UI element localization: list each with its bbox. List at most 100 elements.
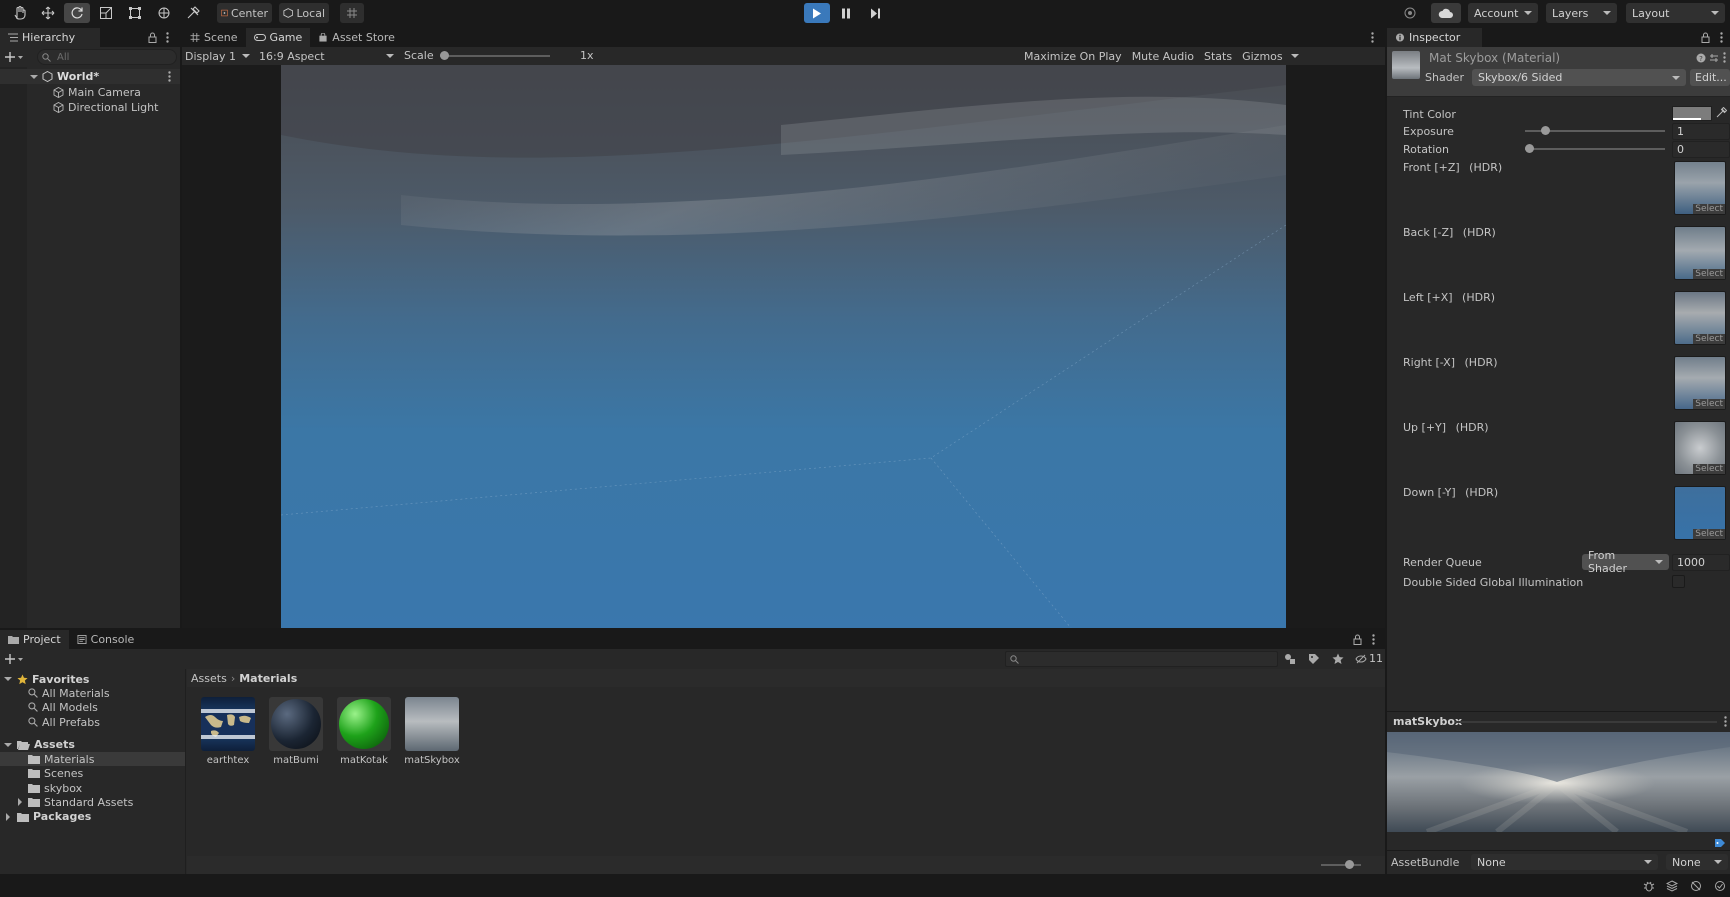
game-viewport[interactable] — [182, 65, 1385, 628]
asset-item-matbumi[interactable]: matBumi — [265, 697, 327, 767]
folder-item-scenes[interactable]: Scenes — [28, 766, 83, 780]
texture-thumb-right[interactable]: Select — [1674, 356, 1726, 410]
asset-label-tag-icon[interactable] — [1714, 838, 1726, 848]
expand-arrow-icon[interactable] — [4, 741, 12, 749]
maximize-on-play-toggle[interactable]: Maximize On Play — [1024, 50, 1122, 63]
texture-thumb-front[interactable]: Select — [1674, 161, 1726, 215]
space-local-button[interactable]: Local — [279, 3, 329, 23]
grid-snap-button[interactable] — [340, 3, 364, 23]
slider-thumb[interactable] — [1525, 144, 1534, 153]
aspect-dropdown[interactable]: 16:9 Aspect — [256, 48, 396, 64]
tab-game[interactable]: Game — [245, 28, 311, 47]
texture-thumb-up[interactable]: Select — [1674, 421, 1726, 475]
hierarchy-item-main-camera[interactable]: Main Camera — [53, 85, 141, 99]
tab-inspector[interactable]: Inspector — [1387, 28, 1482, 47]
kebab-menu-icon[interactable] — [166, 32, 169, 43]
stats-toggle[interactable]: Stats — [1204, 50, 1232, 63]
expand-arrow-icon[interactable] — [4, 675, 12, 683]
game-render[interactable] — [281, 65, 1286, 628]
tab-scene[interactable]: Scene — [182, 28, 246, 47]
tab-project[interactable]: Project — [0, 630, 69, 649]
kebab-menu-icon[interactable] — [1372, 634, 1375, 645]
favorites-header[interactable]: Favorites — [4, 672, 89, 686]
lock-icon[interactable] — [148, 32, 157, 43]
kebab-menu-icon[interactable] — [1720, 32, 1723, 43]
texture-thumb-left[interactable]: Select — [1674, 291, 1726, 345]
select-label[interactable]: Select — [1693, 334, 1725, 344]
texture-thumb-down[interactable]: Select — [1674, 486, 1726, 540]
preset-icon[interactable] — [1709, 53, 1719, 63]
project-search-input[interactable] — [1005, 651, 1278, 667]
asset-item-matskybox[interactable]: matSkybox — [401, 697, 463, 767]
icon-size-slider[interactable] — [1321, 864, 1361, 866]
breadcrumb-current[interactable]: Materials — [239, 672, 297, 685]
search-by-label-icon[interactable] — [1308, 653, 1320, 665]
collapsed-arrow-icon[interactable] — [4, 812, 12, 821]
lock-icon[interactable] — [1353, 634, 1362, 645]
layout-dropdown[interactable]: Layout — [1626, 3, 1725, 23]
eyedropper-icon[interactable] — [1716, 107, 1727, 118]
add-icon[interactable] — [5, 654, 23, 664]
bug-icon[interactable] — [1643, 880, 1655, 892]
collab-icon[interactable] — [1396, 3, 1424, 23]
assetbundle-variant-dropdown[interactable]: None — [1666, 854, 1728, 870]
tab-console[interactable]: Console — [69, 630, 143, 649]
transform-tool-icon[interactable] — [151, 3, 177, 23]
pause-button[interactable] — [833, 3, 859, 23]
progress-check-icon[interactable] — [1714, 880, 1726, 892]
gizmos-dropdown[interactable]: Gizmos — [1242, 50, 1299, 63]
slider-thumb[interactable] — [440, 51, 449, 60]
lock-icon[interactable] — [1701, 32, 1710, 43]
select-label[interactable]: Select — [1693, 399, 1725, 409]
assets-header[interactable]: Assets — [4, 737, 75, 752]
favorite-item-all-models[interactable]: All Models — [28, 700, 98, 714]
packages-header[interactable]: Packages — [4, 809, 91, 824]
scale-tool-icon[interactable] — [93, 3, 119, 23]
network-off-icon[interactable] — [1690, 880, 1702, 892]
hierarchy-search-input[interactable]: All — [37, 49, 177, 65]
collapsed-arrow-icon[interactable] — [16, 798, 24, 806]
double-sided-checkbox[interactable] — [1672, 575, 1685, 588]
custom-tool-icon[interactable] — [180, 3, 206, 23]
kebab-menu-icon[interactable] — [1724, 716, 1727, 727]
layers-dropdown[interactable]: Layers — [1546, 3, 1617, 23]
folder-item-materials[interactable]: Materials — [28, 752, 94, 766]
select-label[interactable]: Select — [1693, 529, 1725, 539]
kebab-menu-icon[interactable] — [1723, 52, 1726, 63]
assetbundle-dropdown[interactable]: None — [1471, 854, 1658, 870]
display-dropdown[interactable]: Display 1 — [182, 48, 252, 64]
select-label[interactable]: Select — [1693, 464, 1725, 474]
pivot-center-button[interactable]: Center — [217, 3, 272, 23]
folder-item-skybox[interactable]: skybox — [28, 781, 82, 795]
breadcrumb-root[interactable]: Assets — [191, 672, 227, 685]
expand-arrow-icon[interactable] — [30, 73, 38, 81]
tab-hierarchy[interactable]: Hierarchy — [0, 28, 100, 47]
edit-shader-button[interactable]: Edit... — [1690, 69, 1730, 86]
rotation-slider[interactable] — [1525, 142, 1665, 156]
asset-item-earthtex[interactable]: earthtex — [197, 697, 259, 767]
tab-asset-store[interactable]: Asset Store — [310, 28, 403, 47]
play-button[interactable] — [804, 3, 830, 23]
search-by-type-icon[interactable] — [1284, 653, 1296, 665]
hierarchy-scene-row[interactable]: World* — [0, 69, 180, 84]
preview-divider[interactable] — [1455, 721, 1717, 723]
material-preview-area[interactable] — [1387, 732, 1730, 832]
select-label[interactable]: Select — [1693, 204, 1725, 214]
render-queue-field[interactable]: 1000 — [1672, 554, 1730, 571]
hand-tool-icon[interactable] — [7, 3, 33, 23]
icon-size-slider-thumb[interactable] — [1345, 860, 1354, 869]
scale-slider[interactable] — [440, 47, 550, 65]
kebab-menu-icon[interactable] — [168, 71, 171, 82]
asset-item-matkotak[interactable]: matKotak — [333, 697, 395, 767]
folder-item-standard-assets[interactable]: Standard Assets — [16, 795, 133, 809]
rotation-field[interactable]: 0 — [1672, 141, 1730, 158]
render-queue-dropdown[interactable]: From Shader — [1582, 549, 1669, 575]
favorite-item-all-materials[interactable]: All Materials — [28, 686, 110, 700]
texture-thumb-back[interactable]: Select — [1674, 226, 1726, 280]
favorite-item-all-prefabs[interactable]: All Prefabs — [28, 715, 100, 729]
add-icon[interactable] — [5, 52, 23, 62]
favorite-star-icon[interactable] — [1332, 653, 1344, 665]
account-dropdown[interactable]: Account — [1468, 3, 1538, 23]
select-label[interactable]: Select — [1693, 269, 1725, 279]
move-tool-icon[interactable] — [35, 3, 61, 23]
